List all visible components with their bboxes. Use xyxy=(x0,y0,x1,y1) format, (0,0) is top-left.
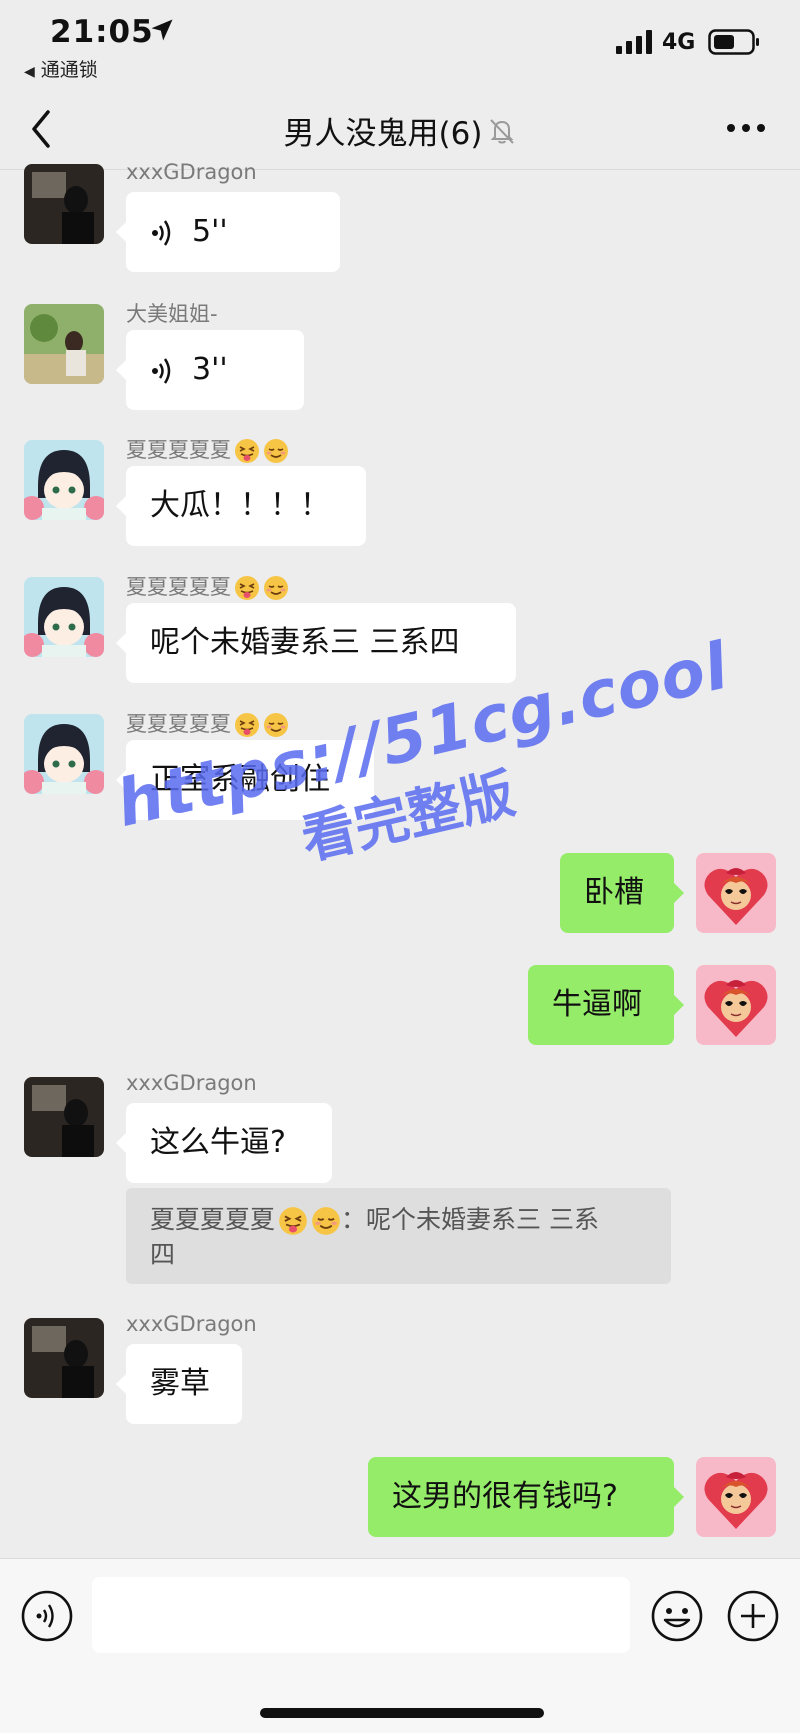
relieved-emoji-icon xyxy=(264,576,288,600)
voice-wave-icon xyxy=(152,219,171,246)
quoted-message[interactable]: 夏夏夏夏夏 ：呢个未婚妻系三 三系四 xyxy=(126,1188,671,1284)
cellular-signal-icon xyxy=(616,30,652,54)
emoji-picker-icon[interactable] xyxy=(650,1589,704,1643)
text-message-bubble[interactable]: 大瓜！！！！ xyxy=(116,466,366,546)
more-options-icon[interactable] xyxy=(726,118,766,138)
relieved-emoji-icon xyxy=(264,439,288,463)
sender-name: xxxGDragon xyxy=(126,1312,257,1336)
voice-input-icon[interactable] xyxy=(20,1589,74,1643)
add-attachment-icon[interactable] xyxy=(726,1589,780,1643)
status-bar: 21:05 ◀ 通通锁 4G xyxy=(0,0,800,88)
avatar-damei-jiejie[interactable] xyxy=(24,304,104,384)
sender-name: 大美姐姐- xyxy=(126,302,218,326)
relieved-emoji-icon xyxy=(264,713,288,737)
chat-input-bar xyxy=(0,1558,800,1733)
squint-tongue-emoji-icon xyxy=(235,713,259,737)
avatar-xxxgdragon[interactable] xyxy=(24,1318,104,1398)
avatar-me[interactable] xyxy=(696,853,776,933)
voice-wave-icon xyxy=(152,357,171,384)
text-message-bubble[interactable]: 正室系融创住 xyxy=(116,740,374,820)
status-time: 21:05 xyxy=(50,14,154,50)
text-message-bubble[interactable]: 呢个未婚妻系三 三系四 xyxy=(116,603,516,683)
muted-bell-icon xyxy=(490,118,515,144)
sender-name-row: 夏夏夏夏夏 xyxy=(126,434,289,464)
avatar-xxxgdragon[interactable] xyxy=(24,164,104,244)
sender-name: xxxGDragon xyxy=(126,160,257,184)
voice-message-bubble[interactable]: 3'' xyxy=(116,330,304,410)
sender-name: 夏夏夏夏夏 xyxy=(126,712,231,736)
avatar-xiaxia[interactable] xyxy=(24,440,104,520)
chat-title: 男人没鬼用(6) xyxy=(0,108,800,153)
header-divider xyxy=(0,169,800,170)
quote-text: ：呢个未婚妻系三 三系 xyxy=(341,1205,599,1234)
text-message-bubble[interactable]: 雾草 xyxy=(116,1344,242,1424)
avatar-xiaxia[interactable] xyxy=(24,577,104,657)
sender-name: xxxGDragon xyxy=(126,1071,257,1095)
sender-name: 夏夏夏夏夏 xyxy=(126,575,231,599)
text-message-bubble[interactable]: 这么牛逼? xyxy=(116,1103,332,1183)
back-triangle-icon: ◀ xyxy=(24,64,35,80)
voice-duration: 5'' xyxy=(192,214,228,249)
home-indicator[interactable] xyxy=(260,1708,544,1718)
my-message-bubble[interactable]: 牛逼啊 xyxy=(528,965,684,1045)
voice-message-bubble[interactable]: 5'' xyxy=(116,192,340,272)
sender-name: 夏夏夏夏夏 xyxy=(126,438,231,462)
squint-tongue-emoji-icon xyxy=(235,576,259,600)
back-app-label: 通通锁 xyxy=(40,59,98,81)
quote-sender: 夏夏夏夏夏 xyxy=(150,1205,276,1234)
squint-tongue-emoji-icon xyxy=(235,439,259,463)
sender-name-row: 夏夏夏夏夏 xyxy=(126,571,289,601)
avatar-xxxgdragon[interactable] xyxy=(24,1077,104,1157)
squint-tongue-emoji-icon xyxy=(279,1207,307,1235)
location-arrow-icon xyxy=(151,19,173,41)
quote-text-continued: 四 xyxy=(150,1240,176,1269)
sender-name-row: 夏夏夏夏夏 xyxy=(126,708,289,738)
voice-duration: 3'' xyxy=(192,352,228,387)
message-input[interactable] xyxy=(92,1577,630,1653)
my-message-bubble[interactable]: 卧槽 xyxy=(560,853,684,933)
avatar-me[interactable] xyxy=(696,965,776,1045)
network-type: 4G xyxy=(662,30,696,55)
chat-title-text: 男人没鬼用(6) xyxy=(283,116,483,152)
battery-icon xyxy=(708,29,759,55)
back-to-app-link[interactable]: ◀ 通通锁 xyxy=(24,55,98,82)
avatar-me[interactable] xyxy=(696,1457,776,1537)
relieved-emoji-icon xyxy=(312,1207,340,1235)
chat-header: 男人没鬼用(6) xyxy=(0,88,800,170)
avatar-xiaxia[interactable] xyxy=(24,714,104,794)
my-message-bubble[interactable]: 这男的很有钱吗? xyxy=(368,1457,684,1537)
